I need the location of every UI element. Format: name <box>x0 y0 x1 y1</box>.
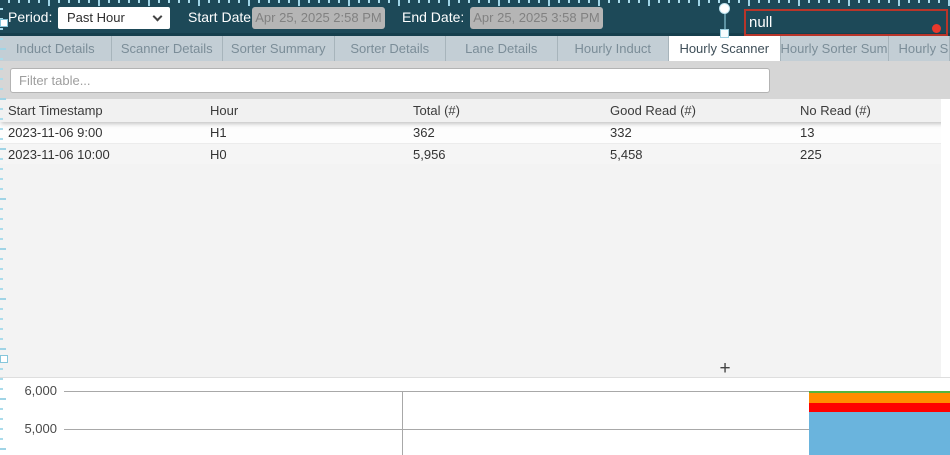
table-scrollbar-track[interactable] <box>941 99 950 377</box>
stacked-bar-segment <box>809 403 950 412</box>
tab-hourly-sort[interactable]: Hourly Sort <box>889 36 950 61</box>
left-edge-handle-top[interactable] <box>0 19 8 27</box>
end-date-input: Apr 25, 2025 3:58 PM <box>470 7 603 29</box>
x-gridline <box>402 391 403 455</box>
record-dot-icon <box>932 24 941 33</box>
selection-handle-square[interactable] <box>720 29 729 38</box>
table-cell: H1 <box>210 125 413 140</box>
period-select-value: Past Hour <box>67 10 125 25</box>
start-date-input: Apr 25, 2025 2:58 PM <box>252 7 385 29</box>
y-gridline <box>64 391 950 392</box>
table-cell: 2023-11-06 10:00 <box>8 147 210 162</box>
left-edge-handle-bottom[interactable] <box>0 355 8 363</box>
column-header[interactable]: No Read (#) <box>800 103 950 118</box>
table-cell: 332 <box>610 125 800 140</box>
table-cell: 13 <box>800 125 950 140</box>
table-empty-area <box>0 164 950 378</box>
left-ruler <box>0 0 6 455</box>
end-date-label: End Date: <box>402 9 464 25</box>
stacked-bar-segment <box>809 391 950 393</box>
annotation-null-box: null <box>744 9 948 36</box>
table-cell: 362 <box>413 125 610 140</box>
tab-induct-details[interactable]: Induct Details <box>0 36 112 61</box>
tab-sorter-details[interactable]: Sorter Details <box>335 36 447 61</box>
filter-table-input[interactable] <box>10 68 770 93</box>
table-header-row: Start TimestampHourTotal (#)Good Read (#… <box>0 99 950 122</box>
y-tick-label: 5,000 <box>5 421 57 436</box>
column-header[interactable]: Good Read (#) <box>610 103 800 118</box>
add-button[interactable]: + <box>714 358 736 380</box>
table-cell: H0 <box>210 147 413 162</box>
y-tick-label: 6,000 <box>5 383 57 398</box>
tab-hourly-sorter-summar[interactable]: Hourly Sorter Summar <box>781 36 889 61</box>
selection-handle-circle[interactable] <box>720 4 729 13</box>
table-cell: 2023-11-06 9:00 <box>8 125 210 140</box>
period-select[interactable]: Past Hour <box>58 7 170 29</box>
tab-hourly-scanner[interactable]: Hourly Scanner <box>669 36 781 61</box>
start-date-label: Start Date: <box>188 9 255 25</box>
tab-scanner-details[interactable]: Scanner Details <box>112 36 224 61</box>
table-row[interactable]: 2023-11-06 9:00H136233213 <box>0 122 950 144</box>
tab-lane-details[interactable]: Lane Details <box>446 36 558 61</box>
period-label: Period: <box>8 9 52 25</box>
column-header[interactable]: Hour <box>210 103 413 118</box>
stacked-bar-segment <box>809 393 950 403</box>
column-header[interactable]: Start Timestamp <box>8 103 210 118</box>
filter-bar <box>0 61 950 99</box>
tab-bar: Induct DetailsScanner DetailsSorter Summ… <box>0 36 950 61</box>
table-cell: 5,956 <box>413 147 610 162</box>
chevron-down-icon <box>153 12 163 22</box>
tab-hourly-induct[interactable]: Hourly Induct <box>558 36 670 61</box>
top-ruler <box>0 0 950 6</box>
table-row[interactable]: 2023-11-06 10:00H05,9565,458225 <box>0 144 950 164</box>
column-header[interactable]: Total (#) <box>413 103 610 118</box>
table-cell: 225 <box>800 147 950 162</box>
y-gridline <box>64 429 950 430</box>
stacked-bar-segment <box>809 412 950 455</box>
table-cell: 5,458 <box>610 147 800 162</box>
tab-sorter-summary[interactable]: Sorter Summary <box>223 36 335 61</box>
